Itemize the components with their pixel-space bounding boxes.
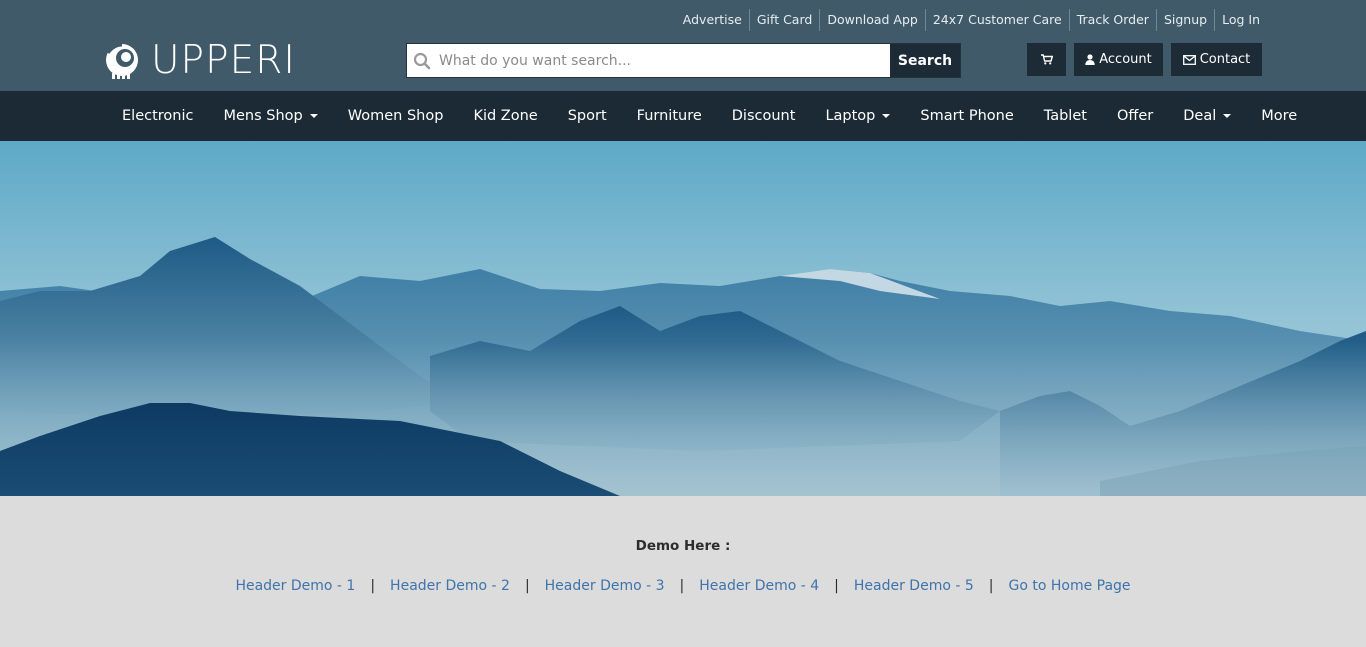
nav-item-laptop[interactable]: Laptop	[810, 91, 905, 141]
header-demo-2-link[interactable]: Header Demo - 2	[390, 578, 510, 594]
nav-item-discount[interactable]: Discount	[717, 91, 811, 141]
nav-item-women-shop[interactable]: Women Shop	[333, 91, 459, 141]
account-label: Account	[1099, 52, 1152, 67]
header-demo-5-link[interactable]: Header Demo - 5	[854, 578, 974, 594]
demo-links: Header Demo - 1 | Header Demo - 2 | Head…	[0, 578, 1366, 594]
nav-label: Smart Phone	[920, 108, 1014, 124]
cart-icon	[1040, 54, 1053, 65]
separator: |	[370, 578, 376, 594]
logo[interactable]: UPPERI	[104, 38, 296, 84]
contact-label: Contact	[1199, 52, 1251, 67]
search-bar: Search	[406, 43, 961, 78]
top-link-download-app[interactable]: Download App	[819, 9, 925, 31]
user-icon	[1085, 54, 1095, 65]
nav-item-mens-shop[interactable]: Mens Shop	[208, 91, 332, 141]
search-icon	[407, 44, 437, 77]
top-link-login[interactable]: Log In	[1214, 9, 1267, 31]
top-links: Advertise Gift Card Download App 24x7 Cu…	[676, 9, 1267, 31]
separator: |	[988, 578, 994, 594]
nav-item-furniture[interactable]: Furniture	[622, 91, 717, 141]
account-button[interactable]: Account	[1074, 43, 1163, 76]
header-demo-3-link[interactable]: Header Demo - 3	[545, 578, 665, 594]
top-link-track-order[interactable]: Track Order	[1068, 9, 1156, 31]
nav-label: Electronic	[122, 108, 194, 124]
caret-down-icon	[309, 114, 318, 118]
nav-item-deal[interactable]: Deal	[1168, 91, 1246, 141]
nav-label: Kid Zone	[473, 108, 538, 124]
nav-label: Women Shop	[347, 108, 444, 124]
caret-down-icon	[1223, 114, 1232, 118]
nav-label: More	[1261, 108, 1298, 124]
nav-label: Discount	[731, 108, 796, 124]
nav-label: Deal	[1183, 108, 1217, 124]
header-top: Advertise Gift Card Download App 24x7 Cu…	[0, 0, 1366, 91]
envelope-icon	[1182, 54, 1196, 65]
nav-label: Furniture	[636, 108, 702, 124]
nav-label: Offer	[1116, 108, 1154, 124]
top-link-signup[interactable]: Signup	[1155, 9, 1214, 31]
logo-text: UPPERI	[151, 38, 296, 83]
hero-banner	[0, 141, 1366, 496]
nav-label: Tablet	[1043, 108, 1087, 124]
main-nav: Electronic Mens Shop Women Shop Kid Zone…	[0, 91, 1366, 141]
nav-label: Mens Shop	[223, 108, 303, 124]
header-buttons: Account Contact	[1027, 43, 1262, 76]
demo-title: Demo Here :	[635, 538, 731, 554]
header-demo-1-link[interactable]: Header Demo - 1	[235, 578, 355, 594]
nav-label: Sport	[567, 108, 607, 124]
mountain-landscape-image	[0, 141, 1366, 496]
contact-button[interactable]: Contact	[1171, 43, 1262, 76]
search-input[interactable]	[437, 44, 890, 77]
home-page-link[interactable]: Go to Home Page	[1008, 578, 1130, 594]
separator: |	[524, 578, 530, 594]
logo-icon	[106, 43, 138, 79]
nav-item-more[interactable]: More	[1246, 91, 1312, 141]
demo-section: Demo Here : Header Demo - 1 | Header Dem…	[0, 496, 1366, 647]
nav-item-kid-zone[interactable]: Kid Zone	[458, 91, 552, 141]
caret-down-icon	[882, 114, 891, 118]
top-link-customer-care[interactable]: 24x7 Customer Care	[924, 9, 1069, 31]
nav-item-sport[interactable]: Sport	[553, 91, 622, 141]
nav-item-electronic[interactable]: Electronic	[107, 91, 208, 141]
search-button[interactable]: Search	[890, 44, 960, 77]
separator: |	[679, 578, 685, 594]
top-link-gift-card[interactable]: Gift Card	[748, 9, 819, 31]
nav-item-tablet[interactable]: Tablet	[1029, 91, 1102, 141]
header-demo-4-link[interactable]: Header Demo - 4	[699, 578, 819, 594]
top-link-advertise[interactable]: Advertise	[676, 9, 749, 31]
cart-button[interactable]	[1027, 43, 1066, 76]
nav-item-offer[interactable]: Offer	[1102, 91, 1168, 141]
separator: |	[834, 578, 839, 594]
nav-label: Laptop	[825, 108, 876, 124]
nav-item-smart-phone[interactable]: Smart Phone	[905, 91, 1028, 141]
